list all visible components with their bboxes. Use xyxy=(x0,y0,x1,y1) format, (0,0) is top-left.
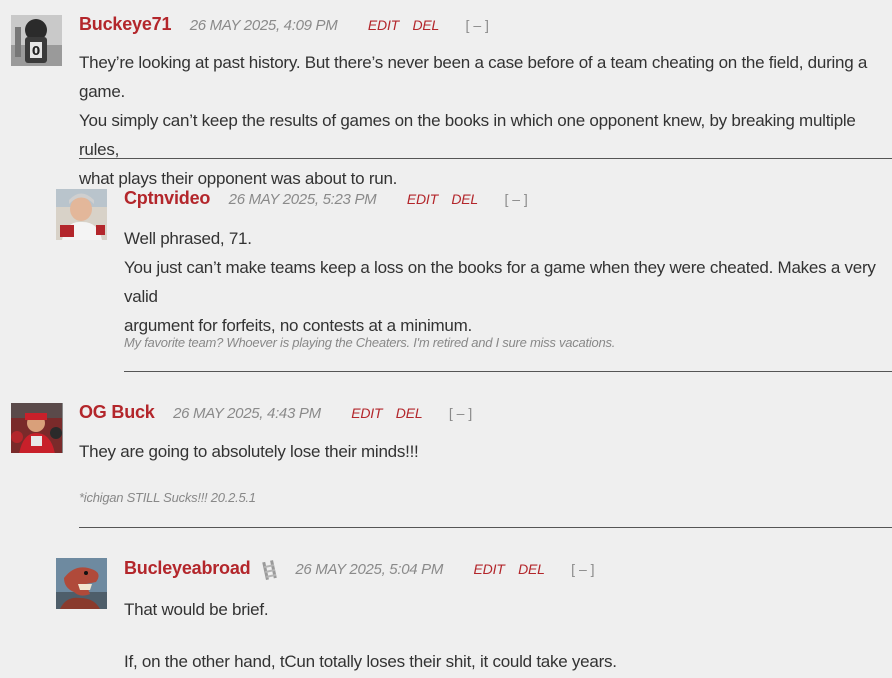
collapse-toggle[interactable]: [ – ] xyxy=(504,191,527,207)
comment-meta: Bucleyeabroad 26 MAY 2025, 5:04 PM EDIT … xyxy=(124,556,595,580)
delete-link[interactable]: DEL xyxy=(451,191,478,207)
body-line: That would be brief. xyxy=(124,600,269,619)
timestamp: 26 MAY 2025, 4:43 PM xyxy=(173,405,321,422)
timestamp: 26 MAY 2025, 4:09 PM xyxy=(189,17,338,34)
avatar[interactable] xyxy=(11,403,63,453)
edit-link[interactable]: EDIT xyxy=(368,17,399,33)
signature: *ichigan STILL Sucks!!! 20.2.5.1 xyxy=(79,490,256,505)
delete-link[interactable]: DEL xyxy=(518,561,545,577)
avatar[interactable] xyxy=(56,558,107,609)
edit-link[interactable]: EDIT xyxy=(407,191,438,207)
comment-meta: Buckeye71 26 MAY 2025, 4:09 PM EDIT DEL … xyxy=(79,12,489,36)
body-line: You simply can’t keep the results of gam… xyxy=(79,111,856,159)
delete-link[interactable]: DEL xyxy=(396,405,423,421)
body-line xyxy=(124,624,889,647)
divider xyxy=(124,371,892,372)
comment-meta: OG Buck 26 MAY 2025, 4:43 PM EDIT DEL [ … xyxy=(79,400,472,424)
comment-meta: Cptnvideo 26 MAY 2025, 5:23 PM EDIT DEL … xyxy=(124,186,528,210)
fan-avatar-icon xyxy=(11,403,62,453)
body-line: They are going to absolutely lose their … xyxy=(79,442,419,461)
username[interactable]: OG Buck xyxy=(79,402,155,422)
body-line: Well phrased, 71. xyxy=(124,229,252,248)
username[interactable]: Cptnvideo xyxy=(124,188,210,208)
comment-body: They are going to absolutely lose their … xyxy=(79,437,889,466)
body-line: You just can’t make teams keep a loss on… xyxy=(124,258,876,306)
body-line: They’re looking at past history. But the… xyxy=(79,53,868,101)
collapse-toggle[interactable]: [ – ] xyxy=(449,405,472,421)
edit-link[interactable]: EDIT xyxy=(474,561,505,577)
comment-body: Well phrased, 71. You just can’t make te… xyxy=(124,224,889,340)
comment-body: They’re looking at past history. But the… xyxy=(79,48,889,193)
username[interactable]: Bucleyeabroad xyxy=(124,558,251,578)
avatar[interactable] xyxy=(56,189,107,240)
dinosaur-avatar-icon xyxy=(56,558,107,609)
delete-link[interactable]: DEL xyxy=(412,17,439,33)
svg-text:0: 0 xyxy=(32,44,40,58)
edit-link[interactable]: EDIT xyxy=(351,405,382,421)
ladder-badge-icon xyxy=(262,559,277,580)
body-line: If, on the other hand, tCun totally lose… xyxy=(124,652,617,671)
avatar[interactable]: 0 xyxy=(11,15,62,66)
comment-thread: 0 Buckeye71 26 MAY 2025, 4:09 PM EDIT DE… xyxy=(0,0,892,678)
helmet-avatar-icon: 0 xyxy=(11,15,62,66)
collapse-toggle[interactable]: [ – ] xyxy=(571,561,594,577)
username[interactable]: Buckeye71 xyxy=(79,14,171,34)
person-avatar-icon xyxy=(56,189,107,240)
timestamp: 26 MAY 2025, 5:04 PM xyxy=(295,561,444,578)
signature: My favorite team? Whoever is playing the… xyxy=(124,335,616,350)
timestamp: 26 MAY 2025, 5:23 PM xyxy=(228,191,377,208)
comment-body: That would be brief. If, on the other ha… xyxy=(124,595,889,676)
divider xyxy=(79,527,892,528)
collapse-toggle[interactable]: [ – ] xyxy=(466,17,489,33)
divider xyxy=(79,158,892,159)
